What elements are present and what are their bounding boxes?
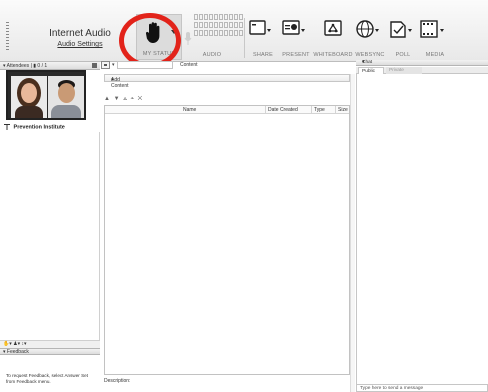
chevron-down-icon[interactable] xyxy=(171,30,177,35)
webcam-video xyxy=(6,70,86,120)
poll-label: POLL xyxy=(395,52,411,58)
websync-button[interactable]: WEBSYNC xyxy=(354,14,386,60)
move-bottom-icon[interactable]: ⩡ xyxy=(131,96,135,102)
main-toolbar: Internet Audio Audio Settings MY STATUS … xyxy=(0,0,488,68)
feedback-panel-header[interactable]: ▾ Feedback xyxy=(0,348,100,355)
presenter-icon xyxy=(4,124,10,130)
content-table-header: Name Date Created Type Size xyxy=(105,106,349,114)
microphone-icon xyxy=(184,32,192,45)
toolbar-grip[interactable] xyxy=(6,22,9,52)
audio-button[interactable]: AUDIO xyxy=(184,14,243,60)
chat-panel-header[interactable]: ▾ Chat xyxy=(356,60,488,66)
globe-icon xyxy=(356,20,380,38)
chat-message-input[interactable]: Type here to send a message xyxy=(356,384,488,392)
content-viewer-icon[interactable] xyxy=(101,61,110,69)
feedback-hint: To request Feedback, select Answer Set f… xyxy=(6,373,88,384)
my-status-label: MY STATUS xyxy=(142,51,176,57)
content-scrollbar[interactable] xyxy=(350,74,355,392)
column-header-size[interactable]: Size xyxy=(335,106,348,114)
delete-icon[interactable]: ✕ xyxy=(138,96,144,102)
add-content-label: Add Content xyxy=(111,77,129,89)
share-screen-icon xyxy=(249,20,272,35)
media-button[interactable]: MEDIA xyxy=(418,14,452,60)
hand-icon[interactable]: ✋▾ xyxy=(3,341,12,347)
attendees-label: Attendees xyxy=(6,63,30,69)
share-label: SHARE xyxy=(253,52,273,58)
websync-label: WEBSYNC xyxy=(355,52,385,58)
raise-hand-icon xyxy=(145,22,159,43)
person-add-icon[interactable]: ♟▾ xyxy=(13,341,20,347)
move-top-icon[interactable]: ⩟ xyxy=(123,96,128,102)
present-button[interactable]: PRESENT xyxy=(278,14,314,60)
column-header-name[interactable]: Name xyxy=(183,107,196,113)
presenter-name: Prevention Institute xyxy=(13,124,65,131)
chat-messages xyxy=(356,74,488,384)
move-down-icon[interactable]: ▼ xyxy=(114,96,121,102)
description-label: Description: xyxy=(104,378,131,384)
collapse-arrow-icon[interactable]: ▾ xyxy=(3,349,6,355)
webcam-person-right xyxy=(48,76,84,118)
tab-public[interactable]: Public xyxy=(358,67,384,74)
add-content-bar[interactable]: ▾ Add Content xyxy=(104,74,350,89)
media-label: MEDIA xyxy=(425,52,445,58)
whiteboard-icon xyxy=(324,20,342,36)
audio-label: AUDIO xyxy=(202,52,222,58)
whiteboard-button[interactable]: WHITEBOARD xyxy=(312,14,354,60)
sort-icon[interactable]: ↕▾ xyxy=(22,341,27,347)
content-tab-label[interactable]: Content xyxy=(180,62,198,68)
toolbar-separator xyxy=(244,18,245,58)
whiteboard-label: WHITEBOARD xyxy=(313,52,353,58)
pin-icon[interactable] xyxy=(92,63,97,68)
film-strip-icon xyxy=(420,20,444,38)
my-status-button[interactable]: MY STATUS xyxy=(136,14,182,60)
attendee-count: 0 / 1 xyxy=(37,63,48,69)
audio-settings-link[interactable]: Audio Settings xyxy=(40,41,120,48)
presenter-row[interactable]: Prevention Institute xyxy=(4,124,65,130)
content-table: Name Date Created Type Size xyxy=(104,105,350,375)
content-sort-tools: ▲ ▼ ⩟ ⩡ ✕ xyxy=(104,96,143,103)
audio-title: Internet Audio xyxy=(49,28,111,39)
share-button[interactable]: SHARE xyxy=(246,14,280,60)
attendee-list xyxy=(0,132,100,340)
chat-tab-bar: Public Private xyxy=(356,67,488,74)
chat-label: Chat xyxy=(362,60,373,65)
webcam-person-left xyxy=(11,76,47,118)
collapse-arrow-icon[interactable]: ▾ xyxy=(3,63,6,69)
tab-private[interactable]: Private xyxy=(386,67,422,74)
content-tab-bar: ▾ Content xyxy=(100,60,356,70)
poll-icon xyxy=(390,21,413,38)
present-label: PRESENT xyxy=(282,52,310,58)
attendee-tools: ✋▾ ♟▾ ↕▾ xyxy=(0,340,100,348)
attendees-panel-header[interactable]: ▾ Attendees | ▮ 0 / 1 xyxy=(0,62,100,70)
poll-button[interactable]: POLL xyxy=(388,14,418,60)
column-header-date-created[interactable]: Date Created xyxy=(265,106,298,114)
column-header-type[interactable]: Type xyxy=(311,106,325,114)
presentation-icon xyxy=(282,20,305,35)
feedback-label: Feedback xyxy=(6,349,29,355)
chevron-down-icon[interactable]: ▾ xyxy=(112,62,115,68)
move-up-icon[interactable]: ▲ xyxy=(104,96,111,102)
chat-input-placeholder: Type here to send a message xyxy=(360,386,424,391)
content-selector[interactable] xyxy=(117,61,173,69)
audio-level-meter xyxy=(194,14,243,38)
person-icon: ▮ xyxy=(33,63,37,69)
